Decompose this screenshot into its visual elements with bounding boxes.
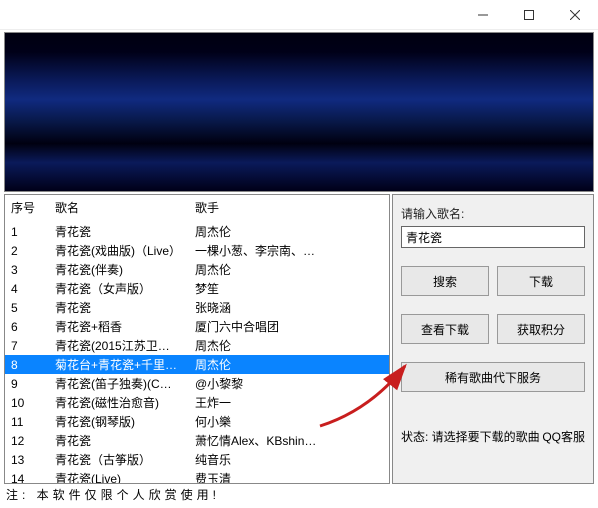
cell-name: 青花瓷（女声版） — [49, 279, 189, 298]
table-row[interactable]: 14青花瓷(Live)费玉清 — [5, 469, 389, 484]
cell-n: 10 — [5, 393, 49, 412]
cell-artist: 一棵小葱、李宗南、… — [189, 241, 389, 260]
cell-n: 2 — [5, 241, 49, 260]
col-header-num[interactable]: 序号 — [5, 195, 49, 222]
cell-n: 6 — [5, 317, 49, 336]
table-row[interactable]: 11青花瓷(钢琴版)何小樂 — [5, 412, 389, 431]
cell-n: 4 — [5, 279, 49, 298]
cell-name: 菊花台+青花瓷+千里… — [49, 355, 189, 374]
table-row[interactable]: 7青花瓷(2015江苏卫…周杰伦 — [5, 336, 389, 355]
cell-artist: 王炸一 — [189, 393, 389, 412]
table-row[interactable]: 3青花瓷(伴奏)周杰伦 — [5, 260, 389, 279]
results-panel: 序号 歌名 歌手 1青花瓷周杰伦2青花瓷(戏曲版)（Live）一棵小葱、李宗南、… — [4, 194, 390, 484]
cell-artist: 周杰伦 — [189, 336, 389, 355]
cell-n: 9 — [5, 374, 49, 393]
cell-artist: 周杰伦 — [189, 260, 389, 279]
cell-n: 12 — [5, 431, 49, 450]
close-button[interactable] — [552, 0, 598, 30]
maximize-button[interactable] — [506, 0, 552, 30]
minimize-button[interactable] — [460, 0, 506, 30]
table-row[interactable]: 2青花瓷(戏曲版)（Live）一棵小葱、李宗南、… — [5, 241, 389, 260]
view-downloads-button[interactable]: 查看下载 — [401, 314, 489, 344]
search-input[interactable] — [401, 226, 585, 248]
table-row[interactable]: 5青花瓷张晓涵 — [5, 298, 389, 317]
cell-n: 1 — [5, 222, 49, 241]
table-row[interactable]: 4青花瓷（女声版）梦笙 — [5, 279, 389, 298]
cell-n: 5 — [5, 298, 49, 317]
cell-n: 8 — [5, 355, 49, 374]
cell-name: 青花瓷 — [49, 222, 189, 241]
col-header-artist[interactable]: 歌手 — [189, 195, 389, 222]
cell-n: 7 — [5, 336, 49, 355]
window-titlebar — [0, 0, 598, 30]
cell-n: 14 — [5, 469, 49, 484]
cell-artist: 萧忆情Alex、KBshin… — [189, 431, 389, 450]
cell-artist: 纯音乐 — [189, 450, 389, 469]
cell-artist: 周杰伦 — [189, 355, 389, 374]
download-button[interactable]: 下载 — [497, 266, 585, 296]
cell-n: 3 — [5, 260, 49, 279]
cell-n: 13 — [5, 450, 49, 469]
cell-n: 11 — [5, 412, 49, 431]
cell-name: 青花瓷(笛子独奏)(C… — [49, 374, 189, 393]
results-table[interactable]: 序号 歌名 歌手 1青花瓷周杰伦2青花瓷(戏曲版)（Live）一棵小葱、李宗南、… — [5, 195, 389, 484]
cell-name: 青花瓷 — [49, 431, 189, 450]
cell-name: 青花瓷(戏曲版)（Live） — [49, 241, 189, 260]
table-row[interactable]: 12青花瓷萧忆情Alex、KBshin… — [5, 431, 389, 450]
cell-name: 青花瓷+稻香 — [49, 317, 189, 336]
table-row[interactable]: 13青花瓷（古筝版）纯音乐 — [5, 450, 389, 469]
cell-name: 青花瓷(伴奏) — [49, 260, 189, 279]
search-button[interactable]: 搜索 — [401, 266, 489, 296]
cell-name: 青花瓷（古筝版） — [49, 450, 189, 469]
status-text: 状态: 请选择要下载的歌曲 — [401, 428, 540, 445]
cell-artist: 梦笙 — [189, 279, 389, 298]
cell-name: 青花瓷 — [49, 298, 189, 317]
table-row[interactable]: 8菊花台+青花瓷+千里…周杰伦 — [5, 355, 389, 374]
cell-name: 青花瓷(Live) — [49, 469, 189, 484]
col-header-name[interactable]: 歌名 — [49, 195, 189, 222]
qq-support-link[interactable]: QQ客服 — [542, 428, 585, 445]
get-points-button[interactable]: 获取积分 — [497, 314, 585, 344]
table-header-row: 序号 歌名 歌手 — [5, 195, 389, 222]
table-row[interactable]: 6青花瓷+稻香厦门六中合唱团 — [5, 317, 389, 336]
banner-image — [4, 32, 594, 192]
cell-name: 青花瓷(钢琴版) — [49, 412, 189, 431]
table-row[interactable]: 10青花瓷(磁性治愈音)王炸一 — [5, 393, 389, 412]
cell-name: 青花瓷(2015江苏卫… — [49, 336, 189, 355]
cell-artist: 厦门六中合唱团 — [189, 317, 389, 336]
cell-artist: 费玉清 — [189, 469, 389, 484]
cell-artist: 何小樂 — [189, 412, 389, 431]
cell-name: 青花瓷(磁性治愈音) — [49, 393, 189, 412]
search-label: 请输入歌名: — [401, 205, 585, 222]
table-row[interactable]: 9青花瓷(笛子独奏)(C…@小黎黎 — [5, 374, 389, 393]
table-row[interactable]: 1青花瓷周杰伦 — [5, 222, 389, 241]
cell-artist: 周杰伦 — [189, 222, 389, 241]
cell-artist: 张晓涵 — [189, 298, 389, 317]
rare-service-button[interactable]: 稀有歌曲代下服务 — [401, 362, 585, 392]
search-panel: 请输入歌名: 搜索 下载 查看下载 获取积分 稀有歌曲代下服务 状态: 请选择要… — [392, 194, 594, 484]
cell-artist: @小黎黎 — [189, 374, 389, 393]
footer-note: 注: 本软件仅限个人欣赏使用! — [6, 484, 592, 503]
